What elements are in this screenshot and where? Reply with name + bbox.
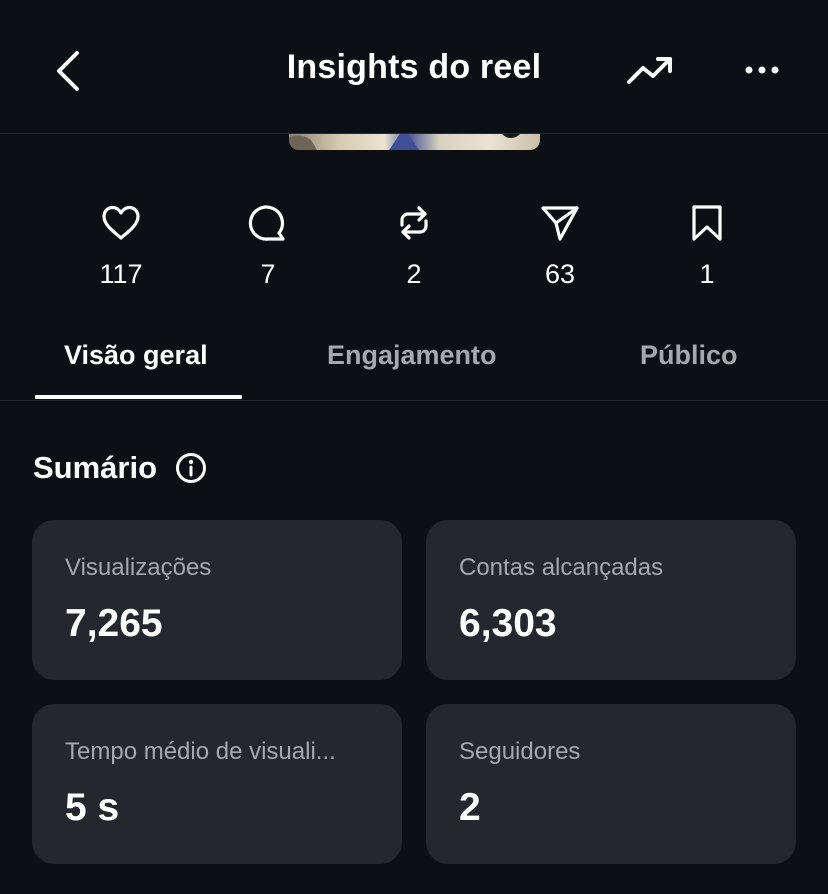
summary-title: Sumário: [33, 450, 158, 485]
comments-stat[interactable]: 7: [218, 195, 318, 290]
shares-stat[interactable]: 63: [510, 195, 610, 290]
more-options-button[interactable]: [738, 50, 786, 90]
active-tab-indicator: [35, 395, 242, 399]
reel-insights-page: Insights do reel 117 7 2 63 1 Visão gera…: [0, 0, 828, 894]
trending-button[interactable]: [622, 48, 678, 92]
page-title: Insights do reel: [286, 48, 542, 86]
views-card[interactable]: Visualizações 7,265: [32, 520, 402, 680]
repost-icon: [400, 206, 428, 240]
reposts-count: 2: [406, 259, 422, 289]
accounts-reached-card[interactable]: Contas alcançadas 6,303: [426, 520, 796, 680]
send-icon: [541, 206, 579, 241]
views-value: 7,265: [65, 602, 163, 645]
tab-audience[interactable]: Público: [640, 340, 738, 371]
followers-label: Seguidores: [459, 738, 581, 765]
trending-up-icon: [627, 57, 672, 84]
info-icon: [176, 453, 207, 483]
comments-count: 7: [260, 259, 276, 289]
bookmark-icon: [692, 205, 722, 241]
likes-stat[interactable]: 117: [71, 195, 171, 290]
heart-icon: [102, 205, 140, 240]
likes-count: 117: [99, 259, 143, 289]
avg-watch-time-value: 5 s: [65, 786, 120, 829]
followers-card[interactable]: Seguidores 2: [426, 704, 796, 864]
shares-count: 63: [544, 259, 576, 289]
reposts-stat[interactable]: 2: [364, 195, 464, 290]
saves-stat[interactable]: 1: [657, 195, 757, 290]
views-label: Visualizações: [65, 554, 212, 581]
top-bar: Insights do reel: [0, 0, 828, 134]
tab-overview[interactable]: Visão geral: [64, 340, 208, 371]
info-button[interactable]: [175, 452, 207, 484]
comment-icon: [248, 205, 285, 241]
tab-engagement[interactable]: Engajamento: [327, 340, 497, 371]
summary-heading: Sumário: [33, 450, 207, 486]
saves-count: 1: [699, 259, 715, 289]
accounts-reached-value: 6,303: [459, 602, 557, 645]
avg-watch-time-card[interactable]: Tempo médio de visuali... 5 s: [32, 704, 402, 864]
followers-value: 2: [459, 786, 481, 829]
insights-tabs: Visão geral Engajamento Público: [0, 320, 828, 401]
accounts-reached-label: Contas alcançadas: [459, 554, 664, 581]
avg-watch-time-label: Tempo médio de visuali...: [65, 738, 336, 765]
more-horizontal-icon: [745, 66, 779, 74]
reel-stats-row: 117 7 2 63 1: [0, 195, 828, 305]
